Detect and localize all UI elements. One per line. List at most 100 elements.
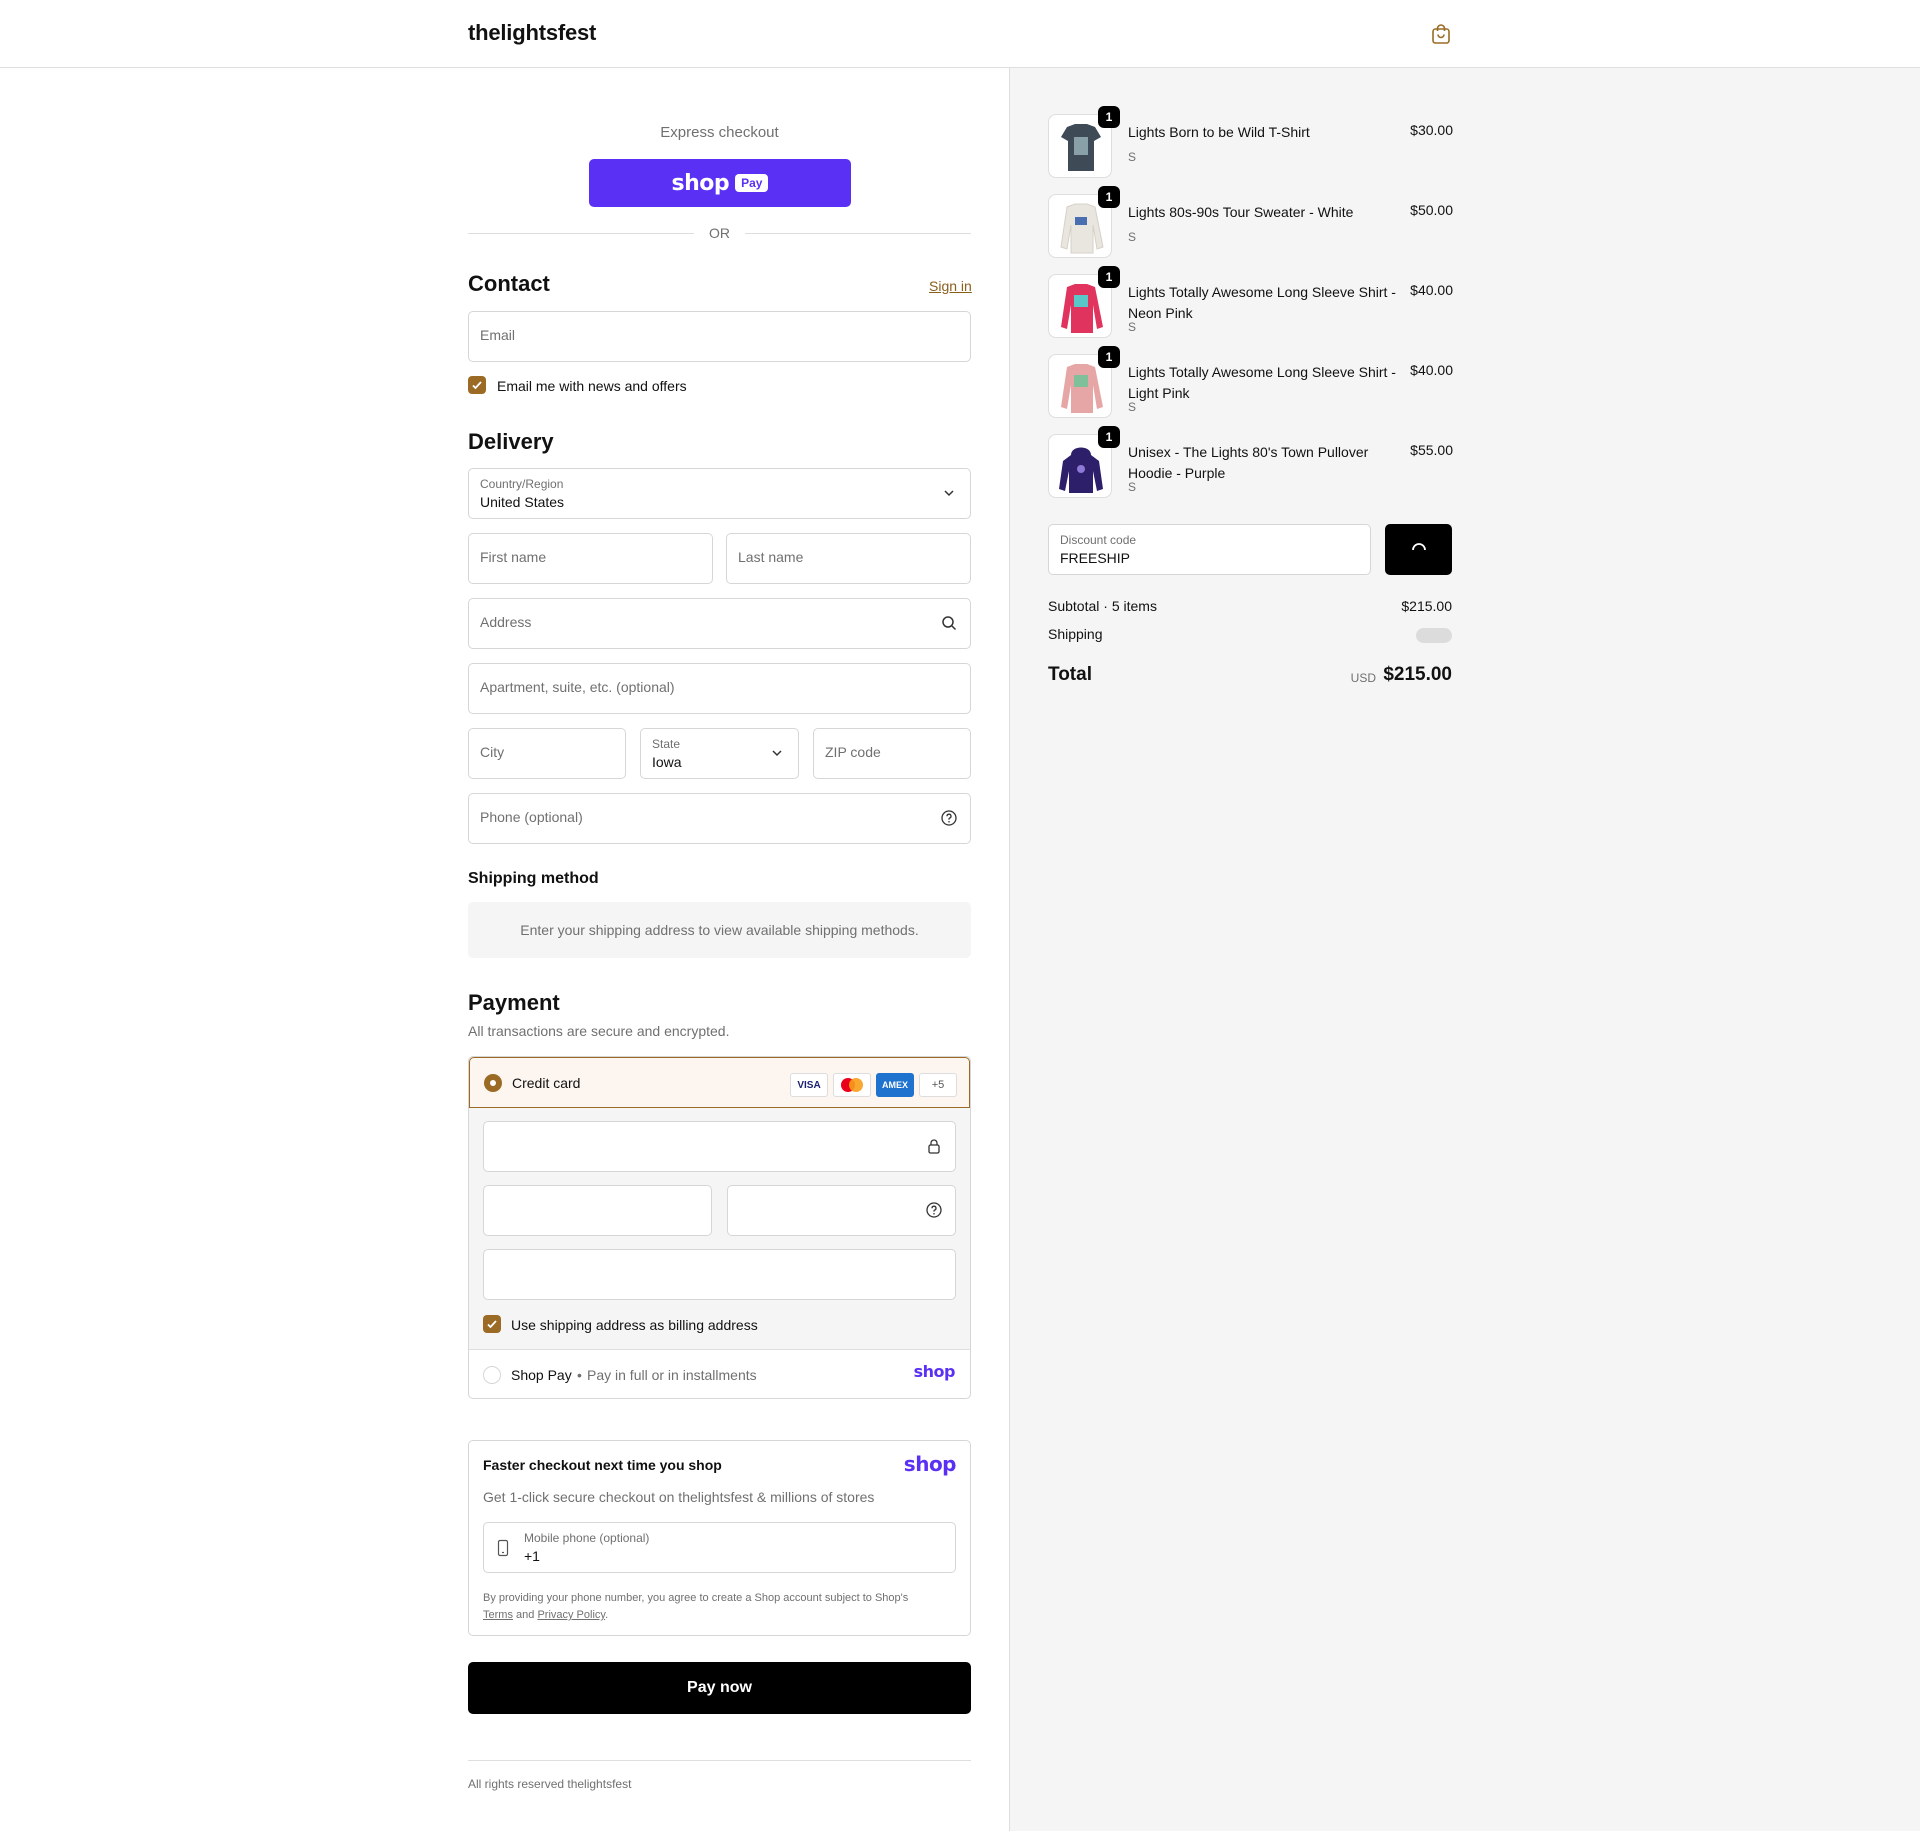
subtotal-value: $215.00 xyxy=(1401,598,1452,614)
expiration-date-field[interactable] xyxy=(483,1185,712,1236)
check-icon xyxy=(487,1320,497,1329)
newsletter-label: Email me with news and offers xyxy=(497,378,687,394)
shop-pay-express-button[interactable]: shop Pay xyxy=(589,159,851,207)
payment-methods: Credit card VISA AMEX +5 Use shipping ad… xyxy=(468,1056,971,1399)
email-field[interactable]: Email xyxy=(468,311,971,362)
product-price: $50.00 xyxy=(1410,202,1453,218)
shop-pay-separator: • xyxy=(577,1367,582,1383)
subtotal-row: Subtotal · 5 items $215.00 xyxy=(1048,598,1452,614)
shop-legal-text: By providing your phone number, you agre… xyxy=(483,1590,953,1624)
name-on-card-field[interactable] xyxy=(483,1249,956,1300)
product-variant: S xyxy=(1128,400,1137,414)
credit-card-label: Credit card xyxy=(512,1075,581,1091)
chevron-down-icon xyxy=(944,490,954,497)
discount-code-value: FREESHIP xyxy=(1060,550,1131,566)
shop-logo: shop xyxy=(913,1362,956,1381)
help-icon[interactable] xyxy=(940,809,958,827)
loading-spinner-icon xyxy=(1411,542,1426,550)
product-variant: S xyxy=(1128,230,1137,244)
discount-code-field[interactable]: Discount code FREESHIP xyxy=(1048,524,1371,575)
shipping-value-placeholder xyxy=(1416,628,1452,643)
quantity-badge: 1 xyxy=(1098,426,1120,448)
total-label: Total xyxy=(1048,664,1092,685)
legal-prefix: By providing your phone number, you agre… xyxy=(483,1592,909,1604)
address-field[interactable]: Address xyxy=(468,598,971,649)
credit-card-radio[interactable] xyxy=(484,1074,502,1092)
shipping-row: Shipping xyxy=(1048,626,1452,643)
newsletter-checkbox[interactable] xyxy=(468,376,486,394)
search-icon xyxy=(942,616,957,631)
legal-and: and xyxy=(516,1609,535,1621)
security-code-field[interactable] xyxy=(727,1185,956,1236)
shop-pay-radio[interactable] xyxy=(483,1366,501,1384)
email-placeholder: Email xyxy=(480,327,516,343)
shop-pay-option[interactable]: Shop Pay • Pay in full or in installment… xyxy=(469,1350,970,1398)
quantity-badge: 1 xyxy=(1098,346,1120,368)
state-select[interactable]: State Iowa xyxy=(640,728,799,779)
apartment-placeholder: Apartment, suite, etc. (optional) xyxy=(480,679,675,695)
card-number-field[interactable] xyxy=(483,1121,956,1172)
mobile-phone-field[interactable]: Mobile phone (optional) +1 xyxy=(483,1522,956,1573)
sign-in-link[interactable]: Sign in xyxy=(929,278,972,294)
product-name: Lights Born to be Wild T-Shirt xyxy=(1128,124,1310,140)
last-name-placeholder: Last name xyxy=(738,549,804,565)
product-price: $55.00 xyxy=(1410,442,1453,458)
country-label: Country/Region xyxy=(480,477,564,491)
or-divider: OR xyxy=(468,223,971,243)
shipping-label: Shipping xyxy=(1048,626,1103,642)
mobile-phone-value: +1 xyxy=(524,1548,540,1564)
mastercard-icon xyxy=(833,1073,871,1097)
billing-address-label: Use shipping address as billing address xyxy=(511,1317,758,1333)
first-name-field[interactable]: First name xyxy=(468,533,713,584)
check-icon xyxy=(472,381,482,390)
quantity-badge: 1 xyxy=(1098,186,1120,208)
shop-pay-wordmark: shop xyxy=(671,170,730,196)
product-name: Lights Totally Awesome Long Sleeve Shirt… xyxy=(1128,284,1396,321)
mobile-phone-label: Mobile phone (optional) xyxy=(524,1531,650,1545)
pay-now-button[interactable]: Pay now xyxy=(468,1662,971,1714)
credit-card-form: Use shipping address as billing address xyxy=(469,1108,970,1350)
chevron-down-icon xyxy=(772,750,782,757)
product-price: $40.00 xyxy=(1410,362,1453,378)
payment-heading: Payment xyxy=(468,990,560,1015)
shop-logo: shop xyxy=(903,1452,957,1476)
billing-address-checkbox[interactable] xyxy=(483,1315,501,1333)
privacy-policy-link[interactable]: Privacy Policy xyxy=(537,1609,605,1621)
zip-field[interactable]: ZIP code xyxy=(813,728,971,779)
apply-discount-button[interactable] xyxy=(1385,524,1452,575)
product-name: Lights Totally Awesome Long Sleeve Shirt… xyxy=(1128,364,1396,401)
quantity-badge: 1 xyxy=(1098,106,1120,128)
store-logo[interactable]: thelightsfest xyxy=(468,20,596,46)
shipping-method-heading: Shipping method xyxy=(468,870,599,887)
quantity-badge: 1 xyxy=(1098,266,1120,288)
faster-checkout-description: Get 1-click secure checkout on thelights… xyxy=(483,1489,875,1505)
or-text: OR xyxy=(709,225,730,241)
address-placeholder: Address xyxy=(480,614,532,630)
city-placeholder: City xyxy=(480,744,505,760)
contact-heading: Contact xyxy=(468,271,550,296)
footer-text[interactable]: All rights reserved thelightsfest xyxy=(468,1777,631,1791)
last-name-field[interactable]: Last name xyxy=(726,533,971,584)
shopping-bag-icon[interactable] xyxy=(1429,22,1453,46)
country-value: United States xyxy=(480,494,565,510)
subtotal-label: Subtotal · 5 items xyxy=(1048,598,1157,614)
terms-link[interactable]: Terms xyxy=(483,1609,513,1621)
mobile-phone-icon xyxy=(497,1539,509,1557)
help-icon[interactable] xyxy=(925,1201,943,1219)
shop-faster-checkout: Faster checkout next time you shop shop … xyxy=(468,1440,971,1636)
delivery-heading: Delivery xyxy=(468,429,554,454)
apartment-field[interactable]: Apartment, suite, etc. (optional) xyxy=(468,663,971,714)
city-field[interactable]: City xyxy=(468,728,626,779)
product-variant: S xyxy=(1128,320,1137,334)
total-currency: USD xyxy=(1350,671,1376,685)
faster-checkout-title: Faster checkout next time you shop xyxy=(483,1457,722,1473)
credit-card-option[interactable]: Credit card VISA AMEX +5 xyxy=(469,1057,970,1108)
total-value: $215.00 xyxy=(1383,664,1452,685)
phone-field[interactable]: Phone (optional) xyxy=(468,793,971,844)
state-label: State xyxy=(652,737,681,751)
country-select[interactable]: Country/Region United States xyxy=(468,468,971,519)
first-name-placeholder: First name xyxy=(480,549,547,565)
product-price: $40.00 xyxy=(1410,282,1453,298)
shop-pay-description: Pay in full or in installments xyxy=(587,1367,757,1383)
shipping-method-note: Enter your shipping address to view avai… xyxy=(468,902,971,958)
